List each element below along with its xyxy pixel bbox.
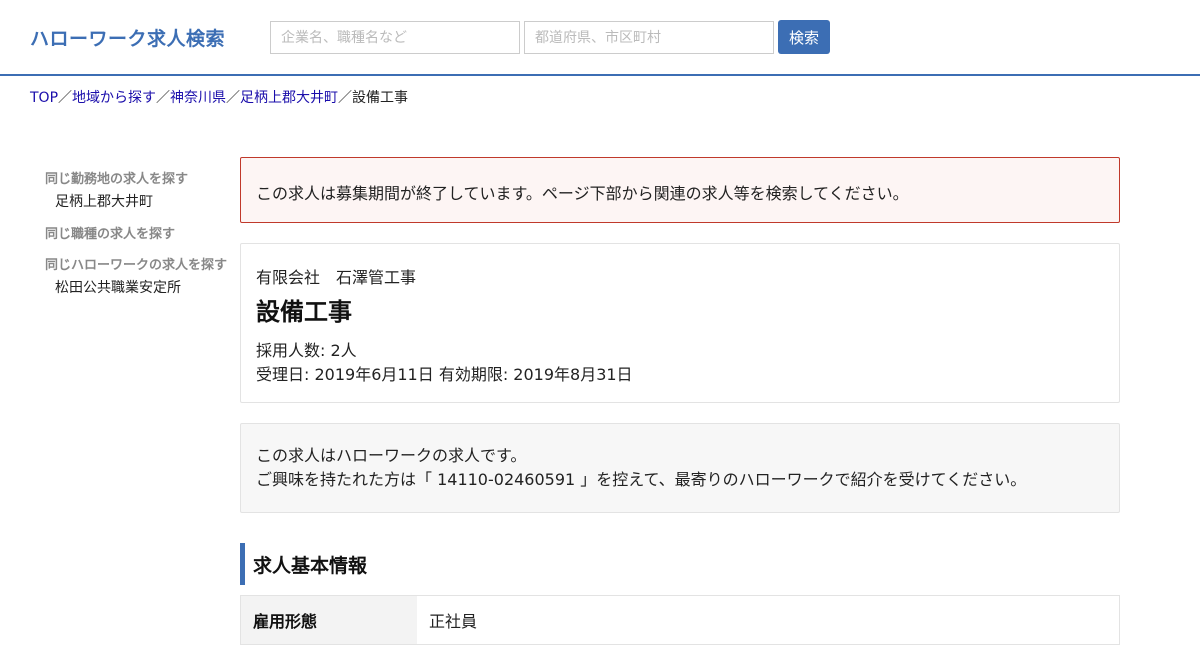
keyword-search-input[interactable] [270,21,520,54]
employment-type-label: 雇用形態 [241,596,417,644]
same-location-link[interactable]: 足柄上郡大井町 [45,191,235,211]
breadcrumb-town-link[interactable]: 足柄上郡大井町 [240,90,338,106]
sidebar: 同じ勤務地の求人を探す 足柄上郡大井町 同じ職種の求人を探す 同じハローワークの… [45,168,235,309]
breadcrumb-current: 設備工事 [352,90,409,106]
employment-type-value: 正社員 [429,612,478,631]
same-office-heading: 同じハローワークの求人を探す [45,258,228,273]
breadcrumb-prefecture-link[interactable]: 神奈川県 [170,90,226,106]
job-summary-card: 有限会社 石澤管工事 設備工事 採用人数: 2人 受理日: 2019年6月11日… [240,243,1120,403]
job-title: 設備工事 [256,298,352,326]
expired-notice: この求人は募集期間が終了しています。ページ下部から関連の求人等を検索してください… [240,157,1120,223]
same-office-link[interactable]: 松田公共職業安定所 [45,277,235,297]
breadcrumb-region-link[interactable]: 地域から探す [72,90,156,106]
company-name: 有限会社 石澤管工事 [256,268,417,287]
hellowork-info-box: この求人はハローワークの求人です。 ご興味を持たれた方は「 14110-0246… [240,423,1120,513]
breadcrumb-separator: ／ [156,90,171,106]
site-logo[interactable]: ハローワーク求人検索 [30,24,225,51]
breadcrumb-separator: ／ [226,90,241,106]
site-header: ハローワーク求人検索 検索 [0,0,1200,76]
area-search-input[interactable] [524,21,774,54]
job-dates: 受理日: 2019年6月11日 有効期限: 2019年8月31日 [256,365,633,384]
info-line-2: ご興味を持たれた方は「 14110-02460591 」を控えて、最寄りのハロー… [256,470,1027,489]
basic-info-table-row: 雇用形態 正社員 [240,595,1120,645]
breadcrumb: TOP／地域から探す／神奈川県／足柄上郡大井町／設備工事 [30,87,408,107]
search-button[interactable]: 検索 [778,20,830,54]
same-location-heading: 同じ勤務地の求人を探す [45,172,189,187]
breadcrumb-separator: ／ [338,90,353,106]
breadcrumb-top-link[interactable]: TOP [30,90,58,106]
basic-info-section-title: 求人基本情報 [240,543,1120,585]
info-line-1: この求人はハローワークの求人です。 [256,446,527,465]
same-job-heading: 同じ職種の求人を探す [45,227,176,242]
breadcrumb-separator: ／ [58,90,73,106]
headcount: 採用人数: 2人 [256,341,357,360]
